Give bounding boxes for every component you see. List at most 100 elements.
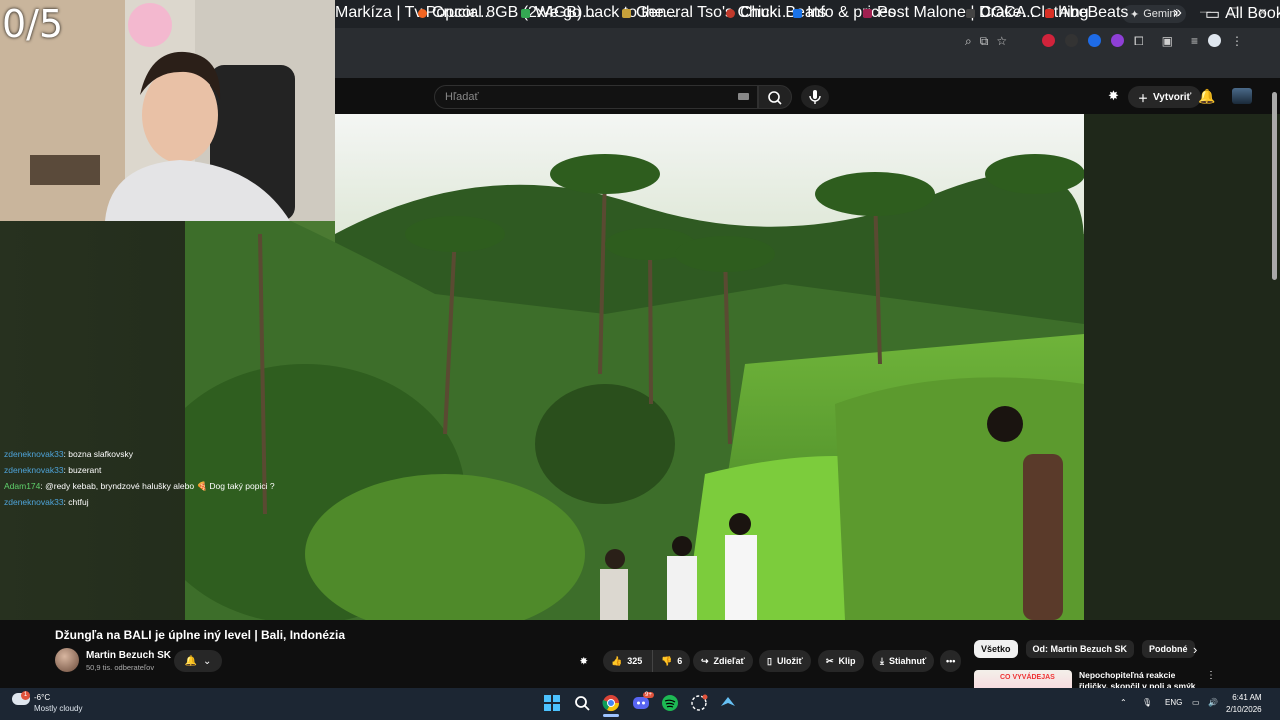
stream-chat: zdeneknovak33: bozna slafkovsky zdenekno… xyxy=(4,446,275,510)
chat-username: zdeneknovak33 xyxy=(4,465,64,475)
language-indicator[interactable]: ENG xyxy=(1165,698,1182,707)
search-button[interactable] xyxy=(758,85,792,109)
microphone-icon[interactable]: 🎙 xyxy=(1142,698,1152,707)
chip-related[interactable]: Podobné xyxy=(1142,640,1195,658)
chat-text: : chtfuj xyxy=(63,497,89,507)
recommended-thumbnail[interactable]: CO VYVÁDEJAS xyxy=(974,670,1072,688)
discord-badge: 9+ xyxy=(643,692,654,698)
bookmark-favicon xyxy=(726,8,735,18)
bookmark-icon: ▯ xyxy=(767,655,772,666)
chat-message: zdeneknovak33: chtfuj xyxy=(4,494,275,510)
more-bookmarks-button[interactable]: » xyxy=(1173,4,1182,22)
thumbs-down-icon: 👎 xyxy=(661,655,673,666)
download-icon: ⤓ xyxy=(880,655,884,666)
page-scrollbar[interactable] xyxy=(1272,92,1277,280)
microphone-icon xyxy=(809,90,821,104)
bookmark-favicon xyxy=(793,8,802,18)
recommendation-chips: Všetko Od: Martin Bezuch SK Podobné xyxy=(974,640,1195,658)
profile-avatar[interactable] xyxy=(1207,34,1221,47)
bookmark-favicon xyxy=(1045,8,1054,18)
chat-username: zdeneknovak33 xyxy=(4,497,64,507)
download-label: Stiahnuť xyxy=(888,656,927,666)
plus-icon: ＋ xyxy=(1138,93,1148,105)
account-avatar[interactable] xyxy=(1232,88,1252,104)
chip-from-channel[interactable]: Od: Martin Bezuch SK xyxy=(1025,640,1135,658)
all-bookmarks-label: All Bookmarks xyxy=(1225,5,1280,22)
weather-condition[interactable]: Mostly cloudy xyxy=(34,704,82,713)
goal-counter: 0/5 xyxy=(2,2,64,46)
network-icon[interactable]: ▭ xyxy=(1192,698,1200,707)
create-button[interactable]: ＋ Vytvoriť xyxy=(1128,86,1202,108)
spotify-icon[interactable] xyxy=(661,694,679,712)
notifications-icon[interactable]: 🔔 xyxy=(1198,88,1215,105)
media-icon[interactable]: ≡ xyxy=(1191,34,1198,49)
extension-bar: ⧠ ▣ ≡ ⋮ xyxy=(1042,34,1243,49)
system-clock[interactable]: 6:41 AM 2/10/2026 xyxy=(1226,692,1262,716)
clock-time: 6:41 AM xyxy=(1232,693,1262,702)
voice-search-button[interactable] xyxy=(801,85,829,109)
dislike-button[interactable]: 👎 6 xyxy=(652,650,691,672)
temperature[interactable]: -6°C xyxy=(34,693,50,702)
search-icon[interactable] xyxy=(573,694,591,712)
omnibox-actions: ⌕ ⧉ ☆ xyxy=(965,34,1007,49)
bookmark-favicon xyxy=(521,8,530,18)
chip-all[interactable]: Všetko xyxy=(974,640,1018,658)
scissors-icon: ✂ xyxy=(826,655,834,666)
volume-icon[interactable]: 🔊 xyxy=(1208,698,1218,707)
extension-icon[interactable] xyxy=(1111,34,1124,47)
search-input[interactable]: Hľadať xyxy=(434,85,758,109)
more-actions-button[interactable]: ••• xyxy=(940,650,962,672)
windows-start-icon[interactable] xyxy=(543,694,561,712)
chat-message: Adam174: @redy kebab, bryndzové halušky … xyxy=(4,478,275,494)
save-label: Uložiť xyxy=(776,656,803,666)
app-icon[interactable] xyxy=(690,694,708,712)
chevron-up-icon[interactable]: ⌃ xyxy=(1120,698,1127,707)
zoom-icon[interactable]: ⌕ xyxy=(965,34,972,49)
more-bookmarks-label: » xyxy=(1173,4,1182,21)
extension-icon[interactable] xyxy=(1065,34,1078,47)
like-button[interactable]: 👍 325 xyxy=(603,650,653,672)
sparkle-icon[interactable]: ✸ xyxy=(580,650,588,672)
recommended-title[interactable]: Nepochopiteľná reakcie řidičky, skončil … xyxy=(1079,670,1197,688)
sparkle-icon[interactable]: ✸ xyxy=(1108,88,1119,104)
thumbs-up-icon: 👍 xyxy=(611,655,623,666)
clip-label: Klip xyxy=(838,656,856,666)
chat-username: Adam174 xyxy=(4,481,41,491)
folder-icon: ▭ xyxy=(1205,6,1221,23)
extension-icon[interactable] xyxy=(1042,34,1055,47)
subscription-bell-button[interactable]: 🔔 ⌄ xyxy=(174,650,222,672)
chat-username: zdeneknovak33 xyxy=(4,449,64,459)
share-icon: ↪ xyxy=(701,655,709,666)
clip-button[interactable]: ✂ Klip xyxy=(818,650,864,672)
chrome-icon[interactable] xyxy=(602,694,620,712)
sidepanel-icon[interactable]: ▣ xyxy=(1162,34,1173,49)
chat-text: : @redy kebab, bryndzové halušky alebo 🍕… xyxy=(40,481,275,491)
save-button[interactable]: ▯ Uložiť xyxy=(759,650,811,672)
share-label: Zdieľať xyxy=(713,656,745,666)
clock-date: 2/10/2026 xyxy=(1226,705,1262,714)
install-icon[interactable]: ⧉ xyxy=(980,34,989,49)
share-button[interactable]: ↪ Zdieľať xyxy=(693,650,753,672)
more-label: ••• xyxy=(946,656,956,666)
all-bookmarks-button[interactable]: ▭ All Bookmarks xyxy=(1205,4,1280,24)
star-icon[interactable]: ☆ xyxy=(996,34,1007,49)
download-button[interactable]: ⤓ Stiahnuť xyxy=(872,650,935,672)
create-label: Vytvoriť xyxy=(1153,91,1192,103)
like-count: 325 xyxy=(627,656,643,666)
chat-message: zdeneknovak33: bozna slafkovsky xyxy=(4,446,275,462)
kebab-menu-icon[interactable]: ⋮ xyxy=(1231,34,1243,49)
steam-icon[interactable] xyxy=(719,694,737,712)
bookmark-item[interactable]: AbeBeats xyxy=(1045,4,1128,22)
chevron-right-icon[interactable]: › xyxy=(1193,642,1197,657)
keyboard-icon[interactable] xyxy=(738,93,749,100)
puzzle-icon[interactable]: ⧠ xyxy=(1134,34,1144,49)
extension-icon[interactable] xyxy=(1088,34,1101,47)
search-icon xyxy=(768,91,782,105)
gemini-icon: ✦ xyxy=(1130,8,1140,21)
bell-icon: 🔔 xyxy=(184,655,198,667)
channel-avatar[interactable] xyxy=(55,648,79,672)
bookmark-label: AbeBeats xyxy=(1059,4,1129,21)
kebab-menu-icon[interactable]: ⋮ xyxy=(1206,670,1216,681)
channel-name[interactable]: Martin Bezuch SK xyxy=(86,650,171,661)
bookmark-favicon xyxy=(622,8,631,18)
